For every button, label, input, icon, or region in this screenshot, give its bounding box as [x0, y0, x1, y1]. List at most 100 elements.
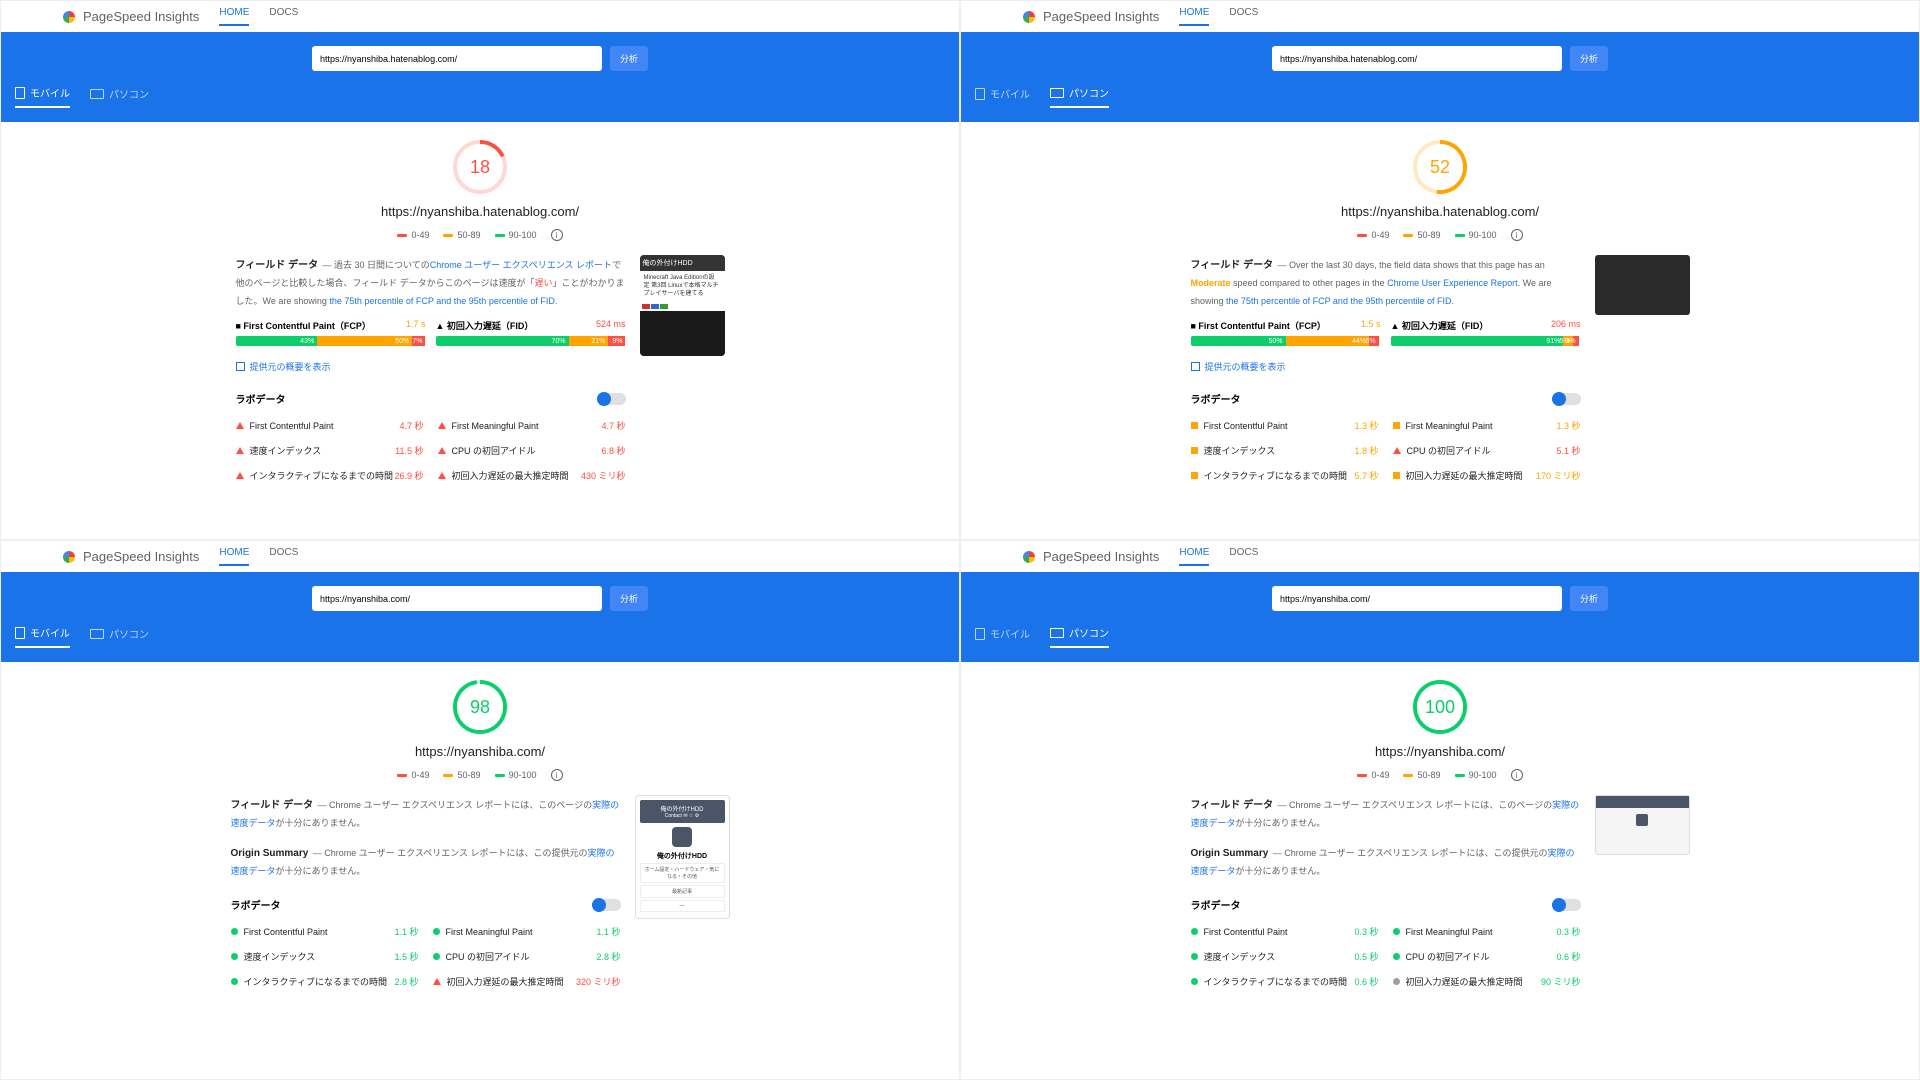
lab-metric-row: 初回入力遅延の最大推定時間 170 ミリ秒 — [1393, 464, 1581, 487]
lab-metric-row: 速度インデックス 1.5 秒 — [231, 945, 419, 968]
analyze-button[interactable]: 分析 — [1570, 586, 1608, 611]
status-icon — [236, 472, 244, 479]
psi-panel-1: PageSpeed Insights HOME DOCS 分析 モバイル パソコ… — [960, 0, 1920, 540]
status-icon — [438, 422, 446, 429]
nav-home[interactable]: HOME — [219, 547, 249, 566]
url-input[interactable] — [1272, 586, 1562, 611]
lab-metric-row: インタラクティブになるまでの時間 5.7 秒 — [1191, 464, 1379, 487]
status-icon — [438, 447, 446, 454]
view-toggle[interactable] — [1553, 393, 1581, 405]
nav-home[interactable]: HOME — [219, 7, 249, 26]
origin-summary-toggle[interactable]: 提供元の概要を表示 — [1191, 360, 1581, 373]
desktop-icon — [90, 629, 104, 639]
performance-score: 100 — [1413, 680, 1467, 734]
tab-mobile[interactable]: モバイル — [15, 625, 70, 648]
psi-icon — [1021, 549, 1037, 565]
tab-mobile[interactable]: モバイル — [975, 625, 1030, 648]
nav-docs[interactable]: DOCS — [269, 547, 298, 566]
view-toggle[interactable] — [1553, 899, 1581, 911]
score-legend: 0-49 50-89 90-100 i — [397, 229, 562, 241]
page-preview: 俺の外付けHDDMinecraft Java Editionの設定 第3回 Li… — [640, 255, 725, 356]
score-legend: 0-49 50-89 90-100 i — [1357, 229, 1522, 241]
app-logo[interactable]: PageSpeed Insights — [61, 9, 199, 25]
lab-metric-row: First Contentful Paint 1.1 秒 — [231, 920, 419, 943]
page-preview — [1595, 795, 1690, 855]
status-icon — [1393, 472, 1400, 479]
app-logo[interactable]: PageSpeed Insights — [1021, 9, 1159, 25]
lab-metric-row: First Meaningful Paint 4.7 秒 — [438, 414, 626, 437]
mobile-icon — [15, 627, 25, 639]
url-input[interactable] — [312, 46, 602, 71]
lab-metric-row: First Meaningful Paint 1.3 秒 — [1393, 414, 1581, 437]
info-icon[interactable]: i — [551, 229, 563, 241]
url-input[interactable] — [1272, 46, 1562, 71]
performance-score: 52 — [1413, 140, 1467, 194]
lab-metric-row: CPU の初回アイドル 2.8 秒 — [433, 945, 621, 968]
url-input[interactable] — [312, 586, 602, 611]
status-icon — [1393, 953, 1400, 960]
status-icon — [1191, 422, 1198, 429]
psi-panel-0: PageSpeed Insights HOME DOCS 分析 モバイル パソコ… — [0, 0, 960, 540]
status-icon — [1393, 978, 1400, 985]
analyze-button[interactable]: 分析 — [1570, 46, 1608, 71]
status-icon — [1191, 953, 1198, 960]
psi-icon — [61, 549, 77, 565]
performance-score: 18 — [453, 140, 507, 194]
tested-url: https://nyanshiba.hatenablog.com/ — [1341, 204, 1539, 219]
tab-mobile[interactable]: モバイル — [15, 85, 70, 108]
info-icon[interactable]: i — [551, 769, 563, 781]
status-icon — [231, 978, 238, 985]
analyze-button[interactable]: 分析 — [610, 46, 648, 71]
desktop-icon — [1050, 628, 1064, 638]
tested-url: https://nyanshiba.hatenablog.com/ — [381, 204, 579, 219]
status-icon — [433, 953, 440, 960]
lab-metric-row: First Contentful Paint 0.3 秒 — [1191, 920, 1379, 943]
info-icon[interactable]: i — [1511, 769, 1523, 781]
tab-desktop[interactable]: パソコン — [90, 625, 149, 648]
nav-home[interactable]: HOME — [1179, 547, 1209, 566]
score-legend: 0-49 50-89 90-100 i — [397, 769, 562, 781]
nav-docs[interactable]: DOCS — [269, 7, 298, 26]
tab-mobile[interactable]: モバイル — [975, 85, 1030, 108]
app-logo[interactable]: PageSpeed Insights — [61, 549, 199, 565]
lab-metric-row: 初回入力遅延の最大推定時間 90 ミリ秒 — [1393, 970, 1581, 993]
fid-bar: 70%21%9% — [436, 336, 626, 346]
fcp-metric: ■ First Contentful Paint（FCP）1.5 s — [1191, 319, 1381, 332]
nav-docs[interactable]: DOCS — [1229, 547, 1258, 566]
field-data-label: フィールド データ — [236, 260, 319, 271]
psi-icon — [1021, 9, 1037, 25]
nav-home[interactable]: HOME — [1179, 7, 1209, 26]
analyze-button[interactable]: 分析 — [610, 586, 648, 611]
lab-data-label: ラボデータ — [231, 897, 281, 912]
nav-docs[interactable]: DOCS — [1229, 7, 1258, 26]
origin-summary-toggle[interactable]: 提供元の概要を表示 — [236, 360, 626, 373]
psi-panel-2: PageSpeed Insights HOME DOCS 分析 モバイル パソコ… — [0, 540, 960, 1080]
fcp-metric: ■ First Contentful Paint（FCP）1.7 s — [236, 319, 426, 332]
tested-url: https://nyanshiba.com/ — [1375, 744, 1505, 759]
tab-desktop[interactable]: パソコン — [90, 85, 149, 108]
info-icon[interactable]: i — [1511, 229, 1523, 241]
status-icon — [1191, 928, 1198, 935]
status-icon — [1191, 978, 1198, 985]
tab-desktop[interactable]: パソコン — [1050, 85, 1109, 108]
lab-data-label: ラボデータ — [1191, 897, 1241, 912]
tab-desktop[interactable]: パソコン — [1050, 625, 1109, 648]
fcp-bar: 43%50%7% — [236, 336, 426, 346]
status-icon — [1393, 422, 1400, 429]
field-data-label: フィールド データ — [1191, 260, 1274, 271]
view-toggle[interactable] — [598, 393, 626, 405]
status-icon — [1393, 928, 1400, 935]
desktop-icon — [1050, 88, 1064, 98]
field-data-label: フィールド データ — [1191, 800, 1274, 811]
status-icon — [1393, 447, 1401, 454]
status-icon — [433, 928, 440, 935]
lab-data-label: ラボデータ — [1191, 391, 1241, 406]
mobile-icon — [975, 88, 985, 100]
lab-metric-row: First Contentful Paint 1.3 秒 — [1191, 414, 1379, 437]
app-logo[interactable]: PageSpeed Insights — [1021, 549, 1159, 565]
lab-metric-row: 速度インデックス 0.5 秒 — [1191, 945, 1379, 968]
lab-metric-row: First Contentful Paint 4.7 秒 — [236, 414, 424, 437]
mobile-icon — [15, 87, 25, 99]
fid-bar: 91%5%3% — [1391, 336, 1581, 346]
view-toggle[interactable] — [593, 899, 621, 911]
